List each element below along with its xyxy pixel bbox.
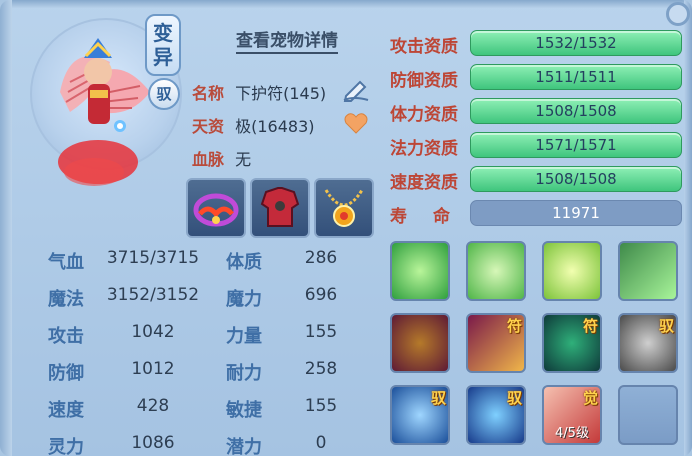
talisman-strike-skill-icon[interactable]: 符 [466,313,526,373]
stat-label: 力量 [226,326,262,347]
life-label: 寿命 [390,207,476,227]
praying-hand-skill-icon[interactable] [542,241,602,301]
stat-label: 攻击 [48,326,84,347]
stat-label: 敏捷 [226,400,262,421]
bloodline-label: 血脉 [192,150,225,169]
stat-label: 速度 [48,400,84,421]
aptitude-label: 攻击资质 [390,37,458,57]
equip-slot-necklace[interactable] [314,178,374,238]
stat-value: 286 [304,248,338,268]
red-awaken-skill-icon[interactable]: 觉 4/5级 [542,385,602,445]
skill-level: 4/5级 [555,426,589,441]
stat-value: 696 [304,285,338,305]
equip-slot-crown[interactable] [186,178,246,238]
aptitude-bar: 1532/1532 [470,30,682,56]
golden-beast-skill-icon[interactable] [390,313,450,373]
stat-value: 3715/3715 [106,248,200,268]
hand-scroll-skill-icon[interactable] [466,241,526,301]
variant-tag-char-2: 异 [153,45,173,69]
stat-label: 耐力 [226,363,262,384]
view-pet-details-link[interactable]: 查看宠物详情 [236,30,338,54]
name-label: 名称 [192,84,225,103]
pet-panel: { "pet": { "variant_tag": "变异", "variant… [0,0,692,456]
green-figure-skill-icon[interactable] [390,241,450,301]
aptitude-label: 体力资质 [390,105,458,125]
shield-skill-icon[interactable]: 驭 [390,385,450,445]
stat-label: 体质 [226,252,262,273]
pet-bloodline-row: 血脉 无 [192,146,251,170]
talent-label: 天资 [192,117,225,136]
stat-value: 0 [315,433,327,453]
stat-label: 潜力 [226,437,262,456]
talent-value: 极(16483) [235,117,315,136]
aptitude-bar: 1508/1508 [470,98,682,124]
favorite-heart-icon[interactable] [344,112,368,134]
bloodline-value: 无 [235,150,252,169]
empty-skill-slot[interactable] [618,385,678,445]
aptitude-bar: 1571/1571 [470,132,682,158]
name-value: 下护符(145) [235,84,327,103]
stat-value: 1042 [131,322,175,342]
panel-left-edge [0,0,12,456]
crown-equip-icon [193,193,239,227]
skill-corner-tag: 驭 [658,317,674,335]
aptitude-bar: 1508/1508 [470,166,682,192]
skill-corner-tag: 觉 [582,389,598,407]
gray-beast-skill-icon[interactable]: 驭 [618,313,678,373]
skill-corner-tag: 符 [582,317,598,335]
bubbles-skill-icon[interactable]: 驭 [466,385,526,445]
rename-pen-icon[interactable] [342,78,370,102]
equip-slot-armor[interactable] [250,178,310,238]
aptitude-label: 防御资质 [390,71,458,91]
tamed-tag[interactable]: 驭 [148,78,180,110]
stat-label: 灵力 [48,437,84,456]
stat-value: 1086 [131,433,175,453]
armor-equip-icon [260,187,300,227]
stat-value: 258 [304,359,338,379]
skill-corner-tag: 符 [506,317,522,335]
green-cat-skill-icon[interactable]: 符 [542,313,602,373]
pet-talent-row: 天资 极(16483) [192,113,315,137]
aptitude-bar: 1511/1511 [470,64,682,90]
stat-label: 魔力 [226,289,262,310]
life-value-bar: 11971 [470,200,682,226]
green-burst-skill-icon[interactable] [618,241,678,301]
panel-right-edge [684,0,692,456]
panel-top-edge [12,0,692,8]
stat-value: 428 [136,396,170,416]
stat-value: 155 [304,322,338,342]
aptitude-label: 法力资质 [390,139,458,159]
aptitude-label: 速度资质 [390,173,458,193]
corner-ring-icon [666,2,690,26]
skill-corner-tag: 驭 [430,389,446,407]
stat-label: 防御 [48,363,84,384]
variant-tag: 变 异 [145,14,181,76]
stat-value: 155 [304,396,338,416]
pet-name-row: 名称 下护符(145) [192,80,326,104]
variant-tag-char-1: 变 [153,21,173,45]
necklace-equip-icon [324,189,364,227]
stat-label: 魔法 [48,289,84,310]
stat-value: 1012 [131,359,175,379]
stat-label: 气血 [48,252,84,273]
skill-corner-tag: 驭 [506,389,522,407]
stat-value: 3152/3152 [106,285,200,305]
